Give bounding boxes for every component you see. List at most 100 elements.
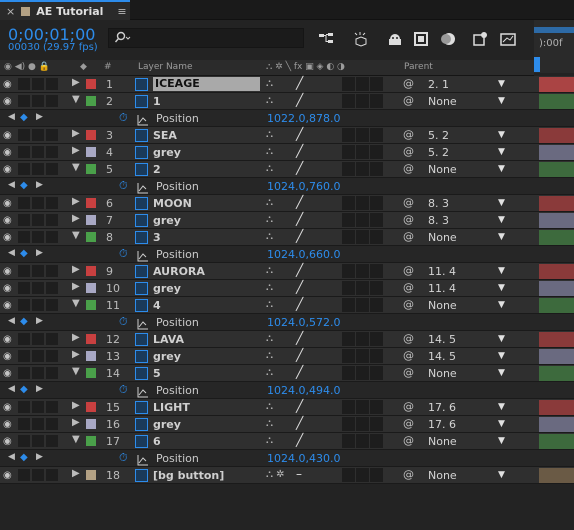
quality-slash-icon[interactable]: ╱ [296,348,303,362]
property-row[interactable]: ◀ ◆ ▶ ⏱ Position 1022.0,878.0 [0,110,574,127]
shy-switch-icon[interactable]: ⛬ ✲ [266,469,285,480]
lock-switch[interactable] [46,231,58,243]
shy-switch-icon[interactable]: ⛬ [266,129,273,140]
solo-switch[interactable] [32,95,44,107]
adjustment-switch[interactable] [356,417,369,431]
audio-switch[interactable] [18,282,30,294]
parent-select[interactable]: 8. 3 [428,214,449,227]
parent-pickwhip-icon[interactable]: @ [403,94,414,107]
parent-pickwhip-icon[interactable]: @ [403,400,414,413]
parent-select[interactable]: 2. 1 [428,78,449,91]
audio-switch[interactable] [18,435,30,447]
chevron-down-icon[interactable]: ▼ [498,402,505,412]
label-color-swatch[interactable] [86,436,96,446]
layer-name[interactable]: grey [153,350,181,363]
twirl-triangle-icon[interactable]: ▶ [72,128,80,139]
visibility-eye-icon[interactable]: ◉ [3,436,12,447]
visibility-eye-icon[interactable]: ◉ [3,368,12,379]
solo-switch[interactable] [32,78,44,90]
parent-pickwhip-icon[interactable]: @ [403,128,414,141]
adjustment-switch[interactable] [356,145,369,159]
motion-blur-switch[interactable] [342,145,355,159]
property-row[interactable]: ◀ ◆ ▶ ⏱ Position 1024.0,760.0 [0,178,574,195]
quality-slash-icon[interactable]: ╱ [296,161,303,175]
keyframe-diamond-icon[interactable]: ◆ [20,384,28,395]
layer-name[interactable]: grey [153,214,181,227]
layer-duration-bar[interactable] [539,468,574,483]
quality-slash-icon[interactable]: ╱ [296,93,303,107]
parent-pickwhip-icon[interactable]: @ [403,281,414,294]
layer-row[interactable]: ◉ ▶ 6 MOON ⛬ ╱ @8. 3 ▼ [0,195,574,212]
visibility-eye-icon[interactable]: ◉ [3,283,12,294]
layer-duration-bar[interactable] [539,145,574,160]
visibility-eye-icon[interactable]: ◉ [3,334,12,345]
3d-switch[interactable] [370,264,383,278]
adjustment-switch[interactable] [356,213,369,227]
next-keyframe-icon[interactable]: ▶ [36,112,43,122]
twirl-triangle-icon[interactable]: ▶ [72,400,80,411]
solo-switch[interactable] [32,265,44,277]
quality-slash-icon[interactable]: ╱ [296,212,303,226]
parent-pickwhip-icon[interactable]: @ [403,145,414,158]
layer-duration-bar[interactable] [539,349,574,364]
prev-keyframe-icon[interactable]: ◀ [8,180,15,190]
parent-select[interactable]: 8. 3 [428,197,449,210]
property-value[interactable]: 1024.0,430.0 [267,452,340,465]
solo-switch[interactable] [32,197,44,209]
next-keyframe-icon[interactable]: ▶ [36,180,43,190]
layer-name[interactable]: grey [153,146,181,159]
layer-name[interactable]: 1 [153,95,161,108]
layer-name[interactable]: grey [153,418,181,431]
3d-switch[interactable] [370,230,383,244]
lock-switch[interactable] [46,146,58,158]
layer-row[interactable]: ◉ ▶ 1 ICEAGE ⛬ ╱ @2. 1 ▼ [0,76,574,93]
visibility-eye-icon[interactable]: ◉ [3,402,12,413]
solo-switch[interactable] [32,214,44,226]
audio-switch[interactable] [18,401,30,413]
quality-slash-icon[interactable]: ╱ [296,399,303,413]
twirl-triangle-icon[interactable]: ▼ [72,434,80,445]
property-value[interactable]: 1022.0,878.0 [267,112,340,125]
parent-pickwhip-icon[interactable]: @ [403,332,414,345]
3d-switch[interactable] [370,349,383,363]
layer-name[interactable]: SEA [153,129,177,142]
quality-slash-icon[interactable]: ╱ [296,433,303,447]
adjustment-switch[interactable] [356,162,369,176]
layer-duration-bar[interactable] [539,400,574,415]
parent-select[interactable]: 11. 4 [428,282,456,295]
chevron-down-icon[interactable]: ▼ [498,436,505,446]
layer-row[interactable]: ◉ ▶ 3 SEA ⛬ ╱ @5. 2 ▼ [0,127,574,144]
layer-row[interactable]: ◉ ▶ 13 grey ⛬ ╱ @14. 5 ▼ [0,348,574,365]
motion-blur-switch[interactable] [342,281,355,295]
3d-switch[interactable] [370,77,383,91]
parent-pickwhip-icon[interactable]: @ [403,264,414,277]
chevron-down-icon[interactable]: ▼ [498,351,505,361]
visibility-eye-icon[interactable]: ◉ [3,215,12,226]
visibility-eye-icon[interactable]: ◉ [3,96,12,107]
layer-duration-bar[interactable] [539,230,574,245]
motion-blur-icon[interactable] [440,31,456,47]
shy-switch-icon[interactable]: ⛬ [266,435,273,446]
graph-toggle-icon[interactable] [137,315,149,330]
layer-row[interactable]: ◉ ▼ 14 5 ⛬ ╱ @ None ▼ [0,365,574,382]
keyframe-diamond-icon[interactable]: ◆ [20,452,28,463]
adjustment-switch[interactable] [356,281,369,295]
quality-slash-icon[interactable]: ╱ [296,416,303,430]
motion-blur-switch[interactable] [342,468,355,482]
graph-toggle-icon[interactable] [137,247,149,262]
property-value[interactable]: 1024.0,660.0 [267,248,340,261]
label-color-swatch[interactable] [86,419,96,429]
quality-slash-icon[interactable]: ╱ [296,76,303,90]
twirl-triangle-icon[interactable]: ▼ [72,162,80,173]
layer-name[interactable]: LAVA [153,333,184,346]
solo-switch[interactable] [32,231,44,243]
panel-menu-icon[interactable]: ≡ [117,5,126,18]
visibility-eye-icon[interactable]: ◉ [3,300,12,311]
quality-slash-icon[interactable]: ╱ [296,127,303,141]
solo-switch[interactable] [32,333,44,345]
close-tab-icon[interactable]: × [6,5,15,18]
layer-name[interactable]: grey [153,282,181,295]
audio-switch[interactable] [18,231,30,243]
shy-switch-icon[interactable]: ⛬ [266,214,273,225]
quality-slash-icon[interactable]: ╱ [296,144,303,158]
